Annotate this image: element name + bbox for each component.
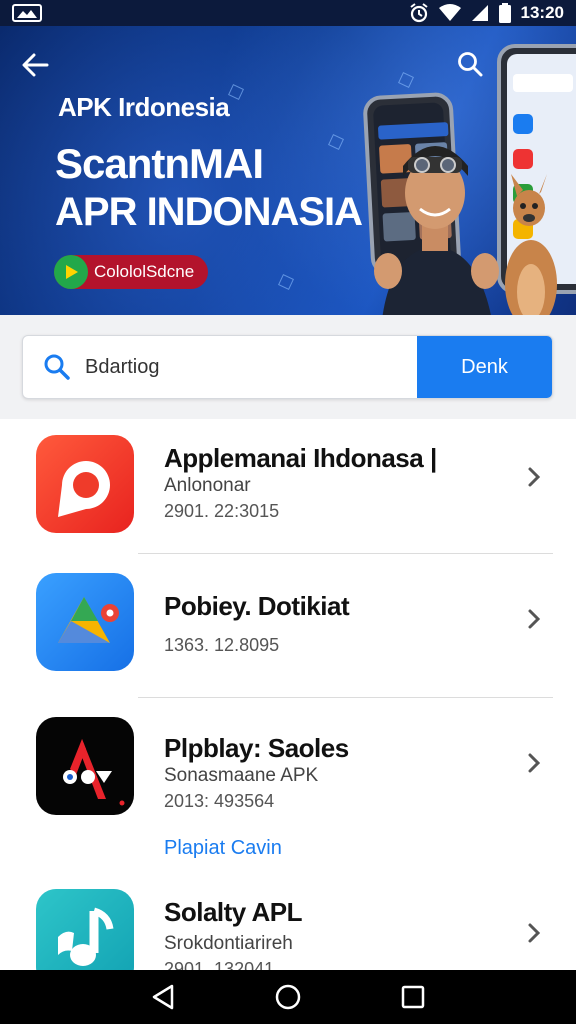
nav-back-button[interactable] — [143, 977, 183, 1017]
nav-recents-button[interactable] — [393, 977, 433, 1017]
app-meta: 2013: 493564 — [164, 791, 275, 811]
system-nav-bar — [0, 970, 576, 1024]
app-name: Pobiey. Dotikiat — [164, 591, 350, 621]
search-bar: Denk — [22, 335, 553, 399]
play-icon — [54, 255, 88, 289]
gallery-notification-icon — [12, 4, 42, 22]
nav-home-button[interactable] — [268, 977, 308, 1017]
back-button[interactable] — [18, 48, 52, 82]
hero-eyebrow: APK Irdonesia — [58, 92, 230, 122]
chevron-right-icon — [528, 609, 541, 629]
chevron-right-icon — [528, 467, 541, 487]
app-link[interactable]: Plapiat Cavin — [164, 837, 282, 860]
search-button[interactable] — [454, 48, 486, 80]
app-subtitle: Anlononar — [164, 475, 251, 496]
app-subtitle: Sonasmaane APK — [164, 765, 319, 786]
search-icon — [44, 354, 70, 380]
hero-cta-label: ColololSdcne — [94, 262, 195, 281]
black-logo-icon — [36, 717, 134, 815]
list-item[interactable]: Applemanai Ihdonasa | Anlononar 2901. 22… — [0, 419, 576, 555]
back-triangle-icon — [152, 984, 173, 1010]
search-icon — [458, 52, 483, 77]
person-illustration — [374, 146, 499, 315]
app-meta: 2901. 132041 — [164, 959, 275, 970]
decorative-shape — [278, 274, 294, 290]
chevron-right-icon — [528, 753, 541, 773]
decorative-shape — [328, 134, 344, 150]
maps-triangle-icon — [36, 573, 134, 671]
decorative-shape — [228, 84, 244, 100]
hero-banner: APK Irdonesia ScantnMAI APR INDONASIA Co… — [0, 26, 576, 315]
red-pin-icon — [36, 435, 134, 533]
app-name: Plpblay: Saoles — [164, 733, 349, 763]
decorative-shape — [398, 72, 414, 88]
music-note-icon — [36, 889, 134, 970]
alarm-icon — [409, 3, 429, 23]
list-item[interactable]: Plpblay: Saoles Sonasmaane APK 2013: 493… — [0, 697, 576, 877]
recents-square-icon — [402, 985, 425, 1009]
search-input[interactable] — [85, 336, 415, 398]
wifi-icon — [438, 4, 461, 22]
app-name: Applemanai Ihdonasa | — [164, 443, 437, 473]
status-time: 13:20 — [520, 3, 564, 22]
kangaroo-mascot-illustration — [505, 174, 557, 315]
back-arrow-icon — [22, 53, 49, 77]
app-name: Solalty APL — [164, 897, 303, 927]
list-item[interactable]: Pobiey. Dotikiat 1363. 12.8095 — [0, 555, 576, 697]
home-circle-icon — [275, 984, 301, 1010]
divider — [138, 553, 553, 554]
chevron-right-icon — [528, 923, 541, 943]
list-item[interactable]: Solalty APL Srokdontiarireh 2901. 132041 — [0, 877, 576, 970]
search-section: Denk — [0, 315, 576, 419]
app-meta: 2901. 22:3015 — [164, 501, 280, 521]
hero-title: ScantnMAI — [55, 140, 264, 187]
status-bar: 13:20 — [0, 0, 576, 26]
battery-icon — [498, 3, 511, 23]
app-list: Applemanai Ihdonasa | Anlononar 2901. 22… — [0, 419, 576, 970]
search-submit-button[interactable]: Denk — [417, 336, 552, 398]
hero-title: APR INDONASIA — [55, 190, 363, 234]
app-meta: 1363. 12.8095 — [164, 635, 280, 655]
app-subtitle: Srokdontiarireh — [164, 933, 293, 954]
signal-icon — [471, 4, 489, 22]
